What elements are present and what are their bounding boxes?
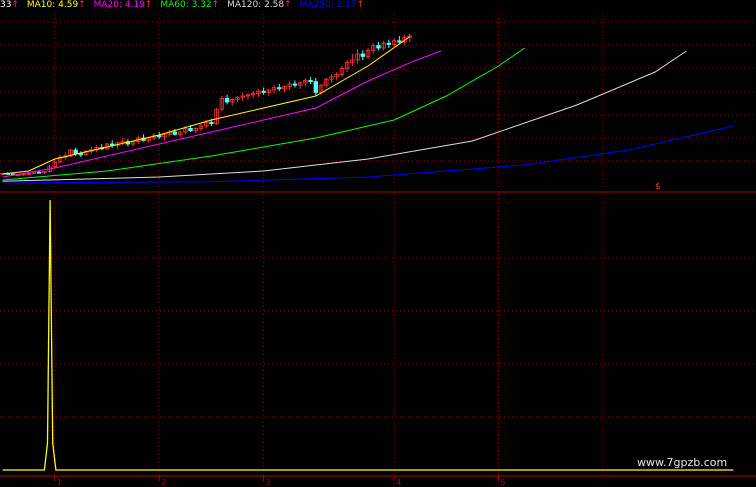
legend-ma120: MA120: 2.58↑ [227, 0, 297, 10]
x-tick-label-3: 3 [266, 478, 271, 487]
legend-ma5: 33↑ [0, 0, 24, 10]
x-tick-label-5: 5 [501, 478, 506, 487]
candle-body-76 [397, 40, 402, 43]
ma-line-ma10 [2, 36, 411, 175]
legend-ma120-label: MA120: 2.58 [227, 0, 285, 10]
x-tick-label-1: 1 [57, 478, 62, 487]
legend-ma5-arrow-icon: ↑ [11, 0, 19, 10]
legend-ma10-label: MA10: 4.59 [26, 0, 79, 10]
candle-body-72 [376, 45, 381, 49]
legend-ma20: MA20: 4.19↑ [94, 0, 158, 10]
candle-body-33 [172, 131, 178, 135]
candle-body-69 [360, 53, 365, 57]
legend-ma60: MA60: 3.32↑ [160, 0, 224, 10]
candle-body-43 [224, 98, 230, 103]
candle-body-14 [73, 149, 78, 154]
candle-body-53 [277, 87, 282, 90]
dollar-marker: $ [655, 182, 661, 192]
legend-ma5-label: 33 [0, 0, 12, 10]
legend-ma120-arrow-icon: ↑ [284, 0, 292, 10]
x-axis: 1 2 3 4 5 [0, 191, 756, 487]
ma-line-ma120 [2, 50, 687, 182]
legend-ma20-arrow-icon: ↑ [144, 0, 153, 10]
candle-body-74 [386, 42, 392, 45]
candle-body-36 [188, 127, 193, 132]
grid-lines [0, 14, 756, 480]
legend-ma10: MA10: 4.59↑ [27, 0, 91, 10]
candle-body-7 [36, 171, 42, 174]
candle-body-50 [261, 90, 266, 93]
ma-legend: 33↑ MA10: 4.59↑ MA20: 4.19↑ MA60: 3.32↑ … [0, 0, 369, 12]
legend-ma10-arrow-icon: ↑ [78, 0, 86, 10]
watermark-text: www.7gpzb.com [637, 456, 728, 469]
volume-line [2, 199, 734, 471]
legend-ma60-label: MA60: 3.32 [160, 0, 212, 10]
x-tick-label-2: 2 [161, 478, 166, 487]
candle-body-59 [308, 80, 313, 83]
legend-ma250: MA250: 2.17↑ [300, 0, 370, 10]
legend-ma20-label: MA20: 4.19 [93, 0, 145, 10]
price-panel[interactable] [0, 33, 734, 184]
candle-body-40 [209, 122, 214, 125]
volume-panel[interactable] [2, 199, 734, 471]
stock-chart: 1 2 3 4 5 [0, 14, 756, 487]
legend-ma250-label: MA250: 2.17 [299, 0, 357, 10]
x-tick-label-4: 4 [396, 478, 401, 487]
legend-ma60-arrow-icon: ↑ [211, 0, 220, 10]
candle-body-60 [313, 81, 319, 93]
candle-body-56 [292, 83, 298, 86]
legend-ma250-arrow-icon: ↑ [356, 0, 365, 10]
